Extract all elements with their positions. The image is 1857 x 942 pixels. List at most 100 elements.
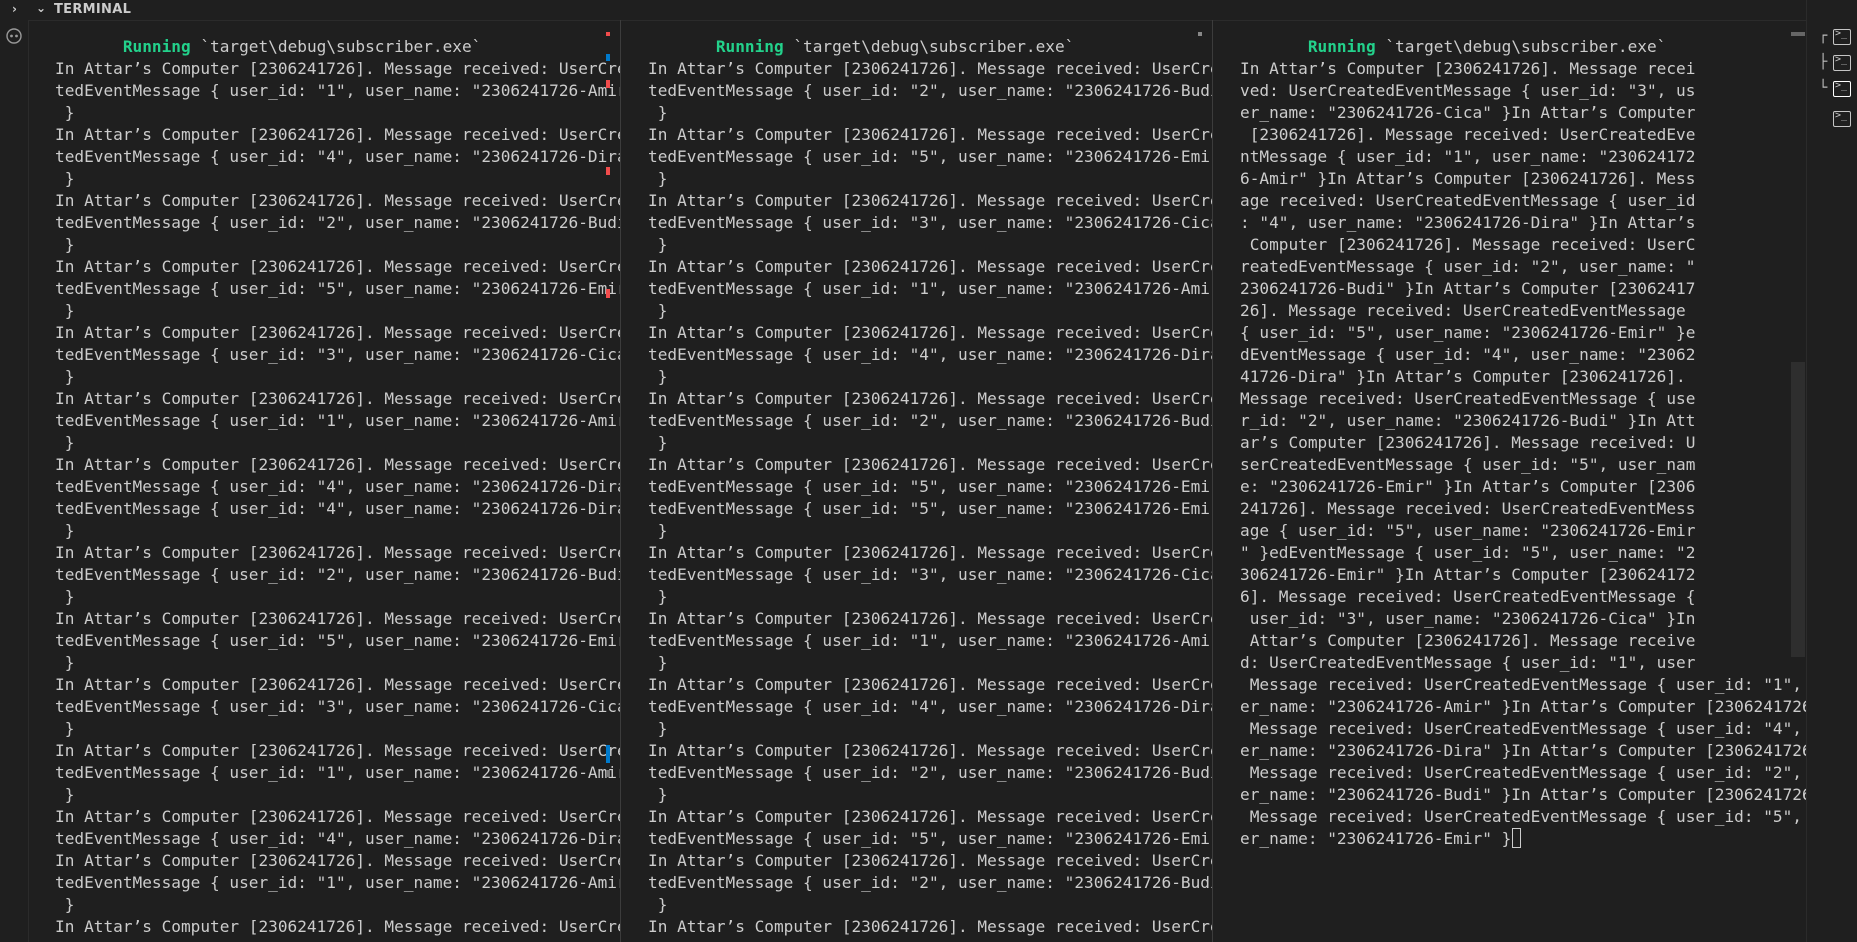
terminal-line: In Attar’s Computer [2306241726]. Messag… (55, 455, 620, 474)
terminal-line: } (657, 301, 668, 320)
terminal-line: dEventMessage { user_id: "4", user_name:… (1240, 345, 1696, 364)
terminal-pane-1[interactable]: Running `target\debug\subscriber.exe` In… (28, 20, 620, 942)
terminal-line: Message received: UserCreatedEventMessag… (1240, 389, 1696, 408)
terminal-pane-2[interactable]: Running `target\debug\subscriber.exe` In… (620, 20, 1212, 942)
terminal-tab-3[interactable]: └ (1819, 78, 1853, 104)
terminal-line: Message received: UserCreatedEventMessag… (1249, 675, 1802, 694)
running-command: `target\debug\subscriber.exe` (1385, 37, 1667, 56)
terminal-line: user_id: "3", user_name: "2306241726-Cic… (1249, 609, 1696, 628)
terminal-line: tedEventMessage { user_id: "2", user_nam… (648, 81, 1212, 100)
scroll-marker-error (606, 32, 610, 36)
terminal-line: } (657, 367, 668, 386)
scroll-marker-error (606, 289, 610, 298)
terminal-line: } (657, 433, 668, 452)
terminal-line: tedEventMessage { user_id: "3", user_nam… (55, 345, 620, 364)
terminal-icon (1833, 28, 1851, 45)
terminal-line: In Attar’s Computer [2306241726]. Messag… (55, 675, 620, 694)
terminal-line: In Attar’s Computer [2306241726]. Messag… (648, 851, 1212, 870)
terminal-line: In Attar’s Computer [2306241726]. Messag… (648, 389, 1212, 408)
terminal-line: In Attar’s Computer [2306241726]. Messag… (55, 609, 620, 628)
terminal-line: In Attar’s Computer [2306241726]. Messag… (648, 455, 1212, 474)
scroll-marker (1198, 32, 1202, 36)
terminal-line: tedEventMessage { user_id: "1", user_nam… (55, 411, 620, 430)
terminal-line: In Attar’s Computer [2306241726]. Messag… (648, 125, 1212, 144)
terminal-line: 6-Amir" }In Attar’s Computer [2306241726… (1240, 169, 1696, 188)
terminal-line: In Attar’s Computer [2306241726]. Messag… (55, 543, 620, 562)
terminal-line: tedEventMessage { user_id: "1", user_nam… (648, 279, 1212, 298)
terminal-line: } (64, 103, 75, 122)
terminal-line: In Attar’s Computer [2306241726]. Messag… (55, 807, 620, 826)
terminal-line: tedEventMessage { user_id: "4", user_nam… (55, 477, 620, 496)
scrollbar-thumb[interactable] (1791, 362, 1805, 657)
terminal-line: tedEventMessage { user_id: "5", user_nam… (648, 829, 1212, 848)
terminal-line: In Attar’s Computer [2306241726]. Messag… (648, 917, 1212, 936)
terminal-line: Message received: UserCreatedEventMessag… (1249, 763, 1802, 782)
chevron-right-icon[interactable]: › (12, 2, 17, 16)
terminal-line: e: "2306241726-Emir" }In Attar’s Compute… (1240, 477, 1696, 496)
running-line: Running `target\debug\subscriber.exe` (55, 37, 482, 56)
chevron-down-icon[interactable]: ⌄ (36, 1, 46, 15)
terminal-line: In Attar’s Computer [2306241726]. Messag… (648, 257, 1212, 276)
terminal-line: { user_id: "5", user_name: "2306241726-E… (1240, 323, 1696, 342)
terminal-line: } (64, 587, 75, 606)
scrollbar[interactable] (1195, 32, 1209, 942)
terminal-line: In Attar’s Computer [2306241726]. Messag… (55, 323, 620, 342)
scrollbar[interactable] (1791, 32, 1805, 942)
terminal-tab-4[interactable] (1819, 108, 1853, 134)
terminal-line: Attar’s Computer [2306241726]. Message r… (1249, 631, 1696, 650)
terminal-lines: In Attar’s Computer [2306241726]. Messag… (648, 59, 1212, 936)
terminal-line: age { user_id: "5", user_name: "23062417… (1240, 521, 1696, 540)
terminal-line: } (657, 235, 668, 254)
terminal-line: In Attar’s Computer [2306241726]. Messag… (55, 851, 620, 870)
terminal-cursor (1512, 828, 1522, 848)
running-line: Running `target\debug\subscriber.exe` (1240, 37, 1667, 56)
terminal-tab-1[interactable]: ┌ (1819, 26, 1853, 52)
running-label: Running (715, 37, 784, 56)
terminal-line: } (657, 103, 668, 122)
terminal-output[interactable]: Running `target\debug\subscriber.exe` In… (648, 36, 1212, 938)
terminal-line: tedEventMessage { user_id: "5", user_nam… (648, 499, 1212, 518)
terminal-line: } (657, 895, 668, 914)
running-command: `target\debug\subscriber.exe` (200, 37, 482, 56)
terminal-line: } (64, 719, 75, 738)
terminal-line: tedEventMessage { user_id: "2", user_nam… (55, 213, 620, 232)
terminal-line: : "4", user_name: "2306241726-Dira" }In … (1240, 213, 1696, 232)
terminal-icon (1833, 54, 1851, 71)
terminal-line: In Attar’s Computer [2306241726]. Messag… (648, 675, 1212, 694)
terminal-line: 2306241726-Budi" }In Attar’s Computer [2… (1240, 279, 1696, 298)
terminal-line: 41726-Dira" }In Attar’s Computer [230624… (1240, 367, 1686, 386)
terminal-line: } (64, 653, 75, 672)
scroll-marker-info (606, 745, 610, 763)
terminal-tab-2[interactable]: ├ (1819, 52, 1853, 78)
terminal-line: In Attar’s Computer [2306241726]. Messag… (648, 807, 1212, 826)
terminal-line: } (64, 301, 75, 320)
terminal-lines: In Attar’s Computer [2306241726]. Messag… (1240, 59, 1806, 848)
terminal-line: ved: UserCreatedEventMessage { user_id: … (1240, 81, 1696, 100)
terminal-line: tedEventMessage { user_id: "4", user_nam… (55, 147, 620, 166)
terminal-line: } (657, 587, 668, 606)
terminal-line: In Attar’s Computer [2306241726]. Messag… (55, 741, 620, 760)
terminal-line: Message received: UserCreatedEventMessag… (1249, 719, 1802, 738)
terminal-output[interactable]: Running `target\debug\subscriber.exe` In… (1240, 36, 1806, 850)
terminal-pane-3[interactable]: Running `target\debug\subscriber.exe` In… (1212, 20, 1806, 942)
scroll-marker (1791, 32, 1805, 36)
terminal-line: tedEventMessage { user_id: "3", user_nam… (648, 213, 1212, 232)
terminal-line: In Attar’s Computer [2306241726]. Messag… (648, 323, 1212, 342)
terminal-line: tedEventMessage { user_id: "4", user_nam… (55, 829, 620, 848)
terminal-line: } (64, 895, 75, 914)
terminal-line: In Attar’s Computer [2306241726]. Messag… (55, 59, 620, 78)
terminal-line: tedEventMessage { user_id: "3", user_nam… (648, 565, 1212, 584)
terminal-tabs-list: ┌ ├ └ (1806, 0, 1857, 942)
scroll-marker-error (606, 167, 610, 175)
panel-title[interactable]: TERMINAL (54, 2, 131, 17)
terminal-line: } (657, 719, 668, 738)
terminal-line: ar’s Computer [2306241726]. Message rece… (1240, 433, 1696, 452)
terminal-line: } (657, 785, 668, 804)
terminal-line: d: UserCreatedEventMessage { user_id: "1… (1240, 653, 1696, 672)
terminal-output[interactable]: Running `target\debug\subscriber.exe` In… (55, 36, 620, 938)
scrollbar[interactable] (603, 32, 617, 942)
running-command: `target\debug\subscriber.exe` (793, 37, 1075, 56)
terminal-line: } (64, 785, 75, 804)
copilot-icon[interactable] (4, 26, 24, 46)
terminal-line: In Attar’s Computer [2306241726]. Messag… (648, 741, 1212, 760)
